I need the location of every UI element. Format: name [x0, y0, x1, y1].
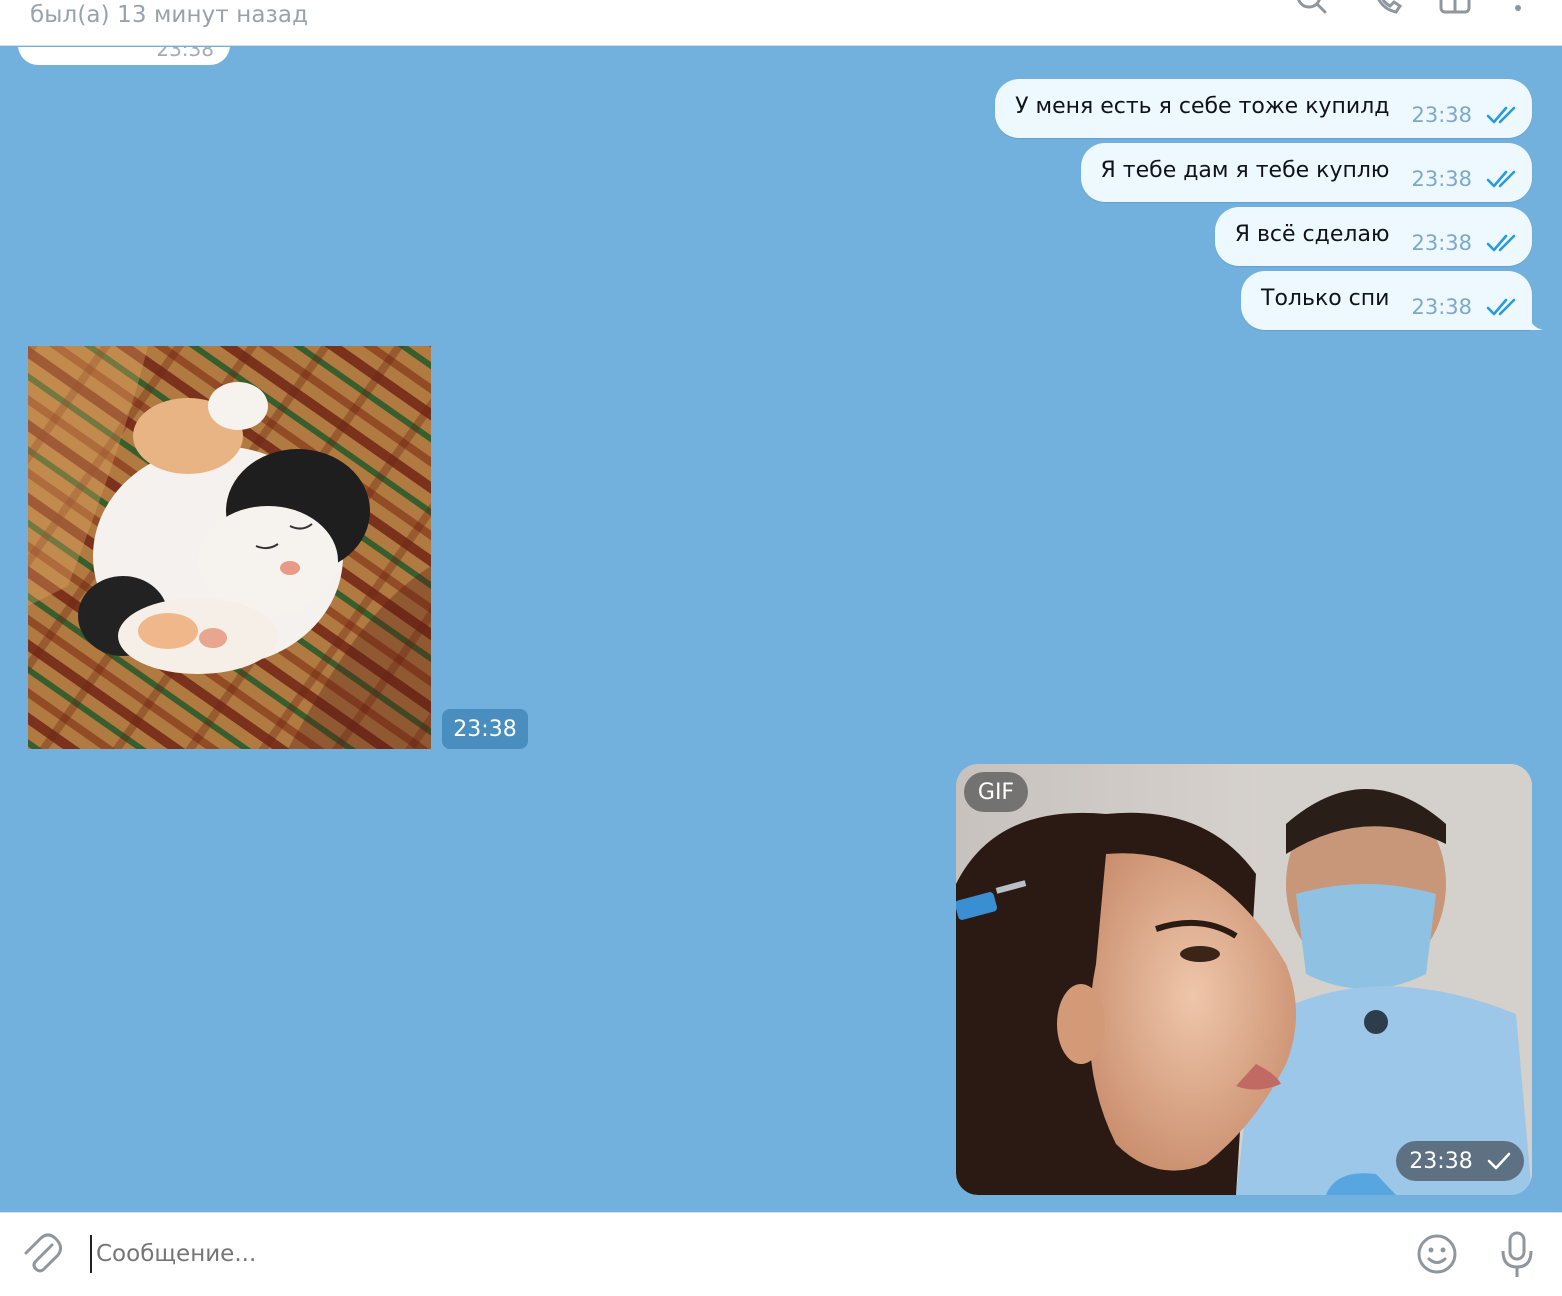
double-check-read-icon [1486, 106, 1516, 123]
single-check-sent-icon [1487, 1152, 1511, 1170]
outgoing-message-bubble[interactable]: Я всё сделаю 23:38 [1214, 207, 1532, 266]
message-time: 23:38 [1411, 166, 1472, 191]
sidebar-toggle-icon[interactable] [1438, 0, 1472, 16]
message-input[interactable] [90, 1235, 1390, 1273]
phone-icon[interactable] [1372, 0, 1404, 16]
message-text: Я тебе дам я тебе куплю [1100, 158, 1390, 183]
kitten-photo-image [28, 346, 431, 749]
message-time: 23:38 [1411, 102, 1472, 127]
telegram-chat-window: был(а) 13 минут назад 23:38 У меня есть … [0, 0, 1562, 1296]
message-text: Я всё сделаю [1234, 222, 1390, 247]
gif-message[interactable]: GIF 23:38 [956, 764, 1532, 1195]
message-text: У меня есть я себе тоже купилд [1015, 94, 1390, 119]
gif-badge: GIF [964, 772, 1028, 812]
double-check-read-icon [1486, 170, 1516, 187]
double-check-read-icon [1486, 234, 1516, 251]
outgoing-message-bubble[interactable]: У меня есть я себе тоже купилд 23:38 [995, 79, 1532, 138]
outgoing-message-bubble[interactable]: Только спи 23:38 [1241, 271, 1543, 330]
last-seen-status: был(а) 13 минут назад [30, 2, 309, 28]
more-vertical-icon[interactable] [1510, 0, 1526, 16]
emoji-smile-icon[interactable] [1416, 1233, 1458, 1275]
message-composer [0, 1212, 1562, 1296]
double-check-read-icon [1486, 298, 1516, 315]
photo-message[interactable] [28, 346, 431, 749]
message-text: Только спи [1261, 286, 1390, 311]
gif-preview-image [956, 764, 1532, 1195]
message-list[interactable]: 23:38 У меня есть я себе тоже купилд 23:… [0, 47, 1562, 1211]
search-icon[interactable] [1294, 0, 1330, 16]
message-time: 23:38 [1411, 230, 1472, 255]
incoming-message-bubble[interactable]: 23:38 [18, 47, 230, 65]
message-time: 23:38 [1409, 1148, 1473, 1174]
chat-header: был(а) 13 минут назад [0, 0, 1562, 46]
photo-time-badge: 23:38 [442, 709, 528, 749]
outgoing-message-bubble[interactable]: Я тебе дам я тебе куплю 23:38 [1080, 143, 1532, 202]
message-time: 23:38 [156, 47, 214, 61]
paperclip-icon[interactable] [22, 1233, 62, 1275]
bubble-tail [1529, 316, 1543, 330]
message-time: 23:38 [1411, 294, 1472, 319]
microphone-icon[interactable] [1498, 1231, 1536, 1279]
gif-time-badge: 23:38 [1396, 1141, 1524, 1181]
